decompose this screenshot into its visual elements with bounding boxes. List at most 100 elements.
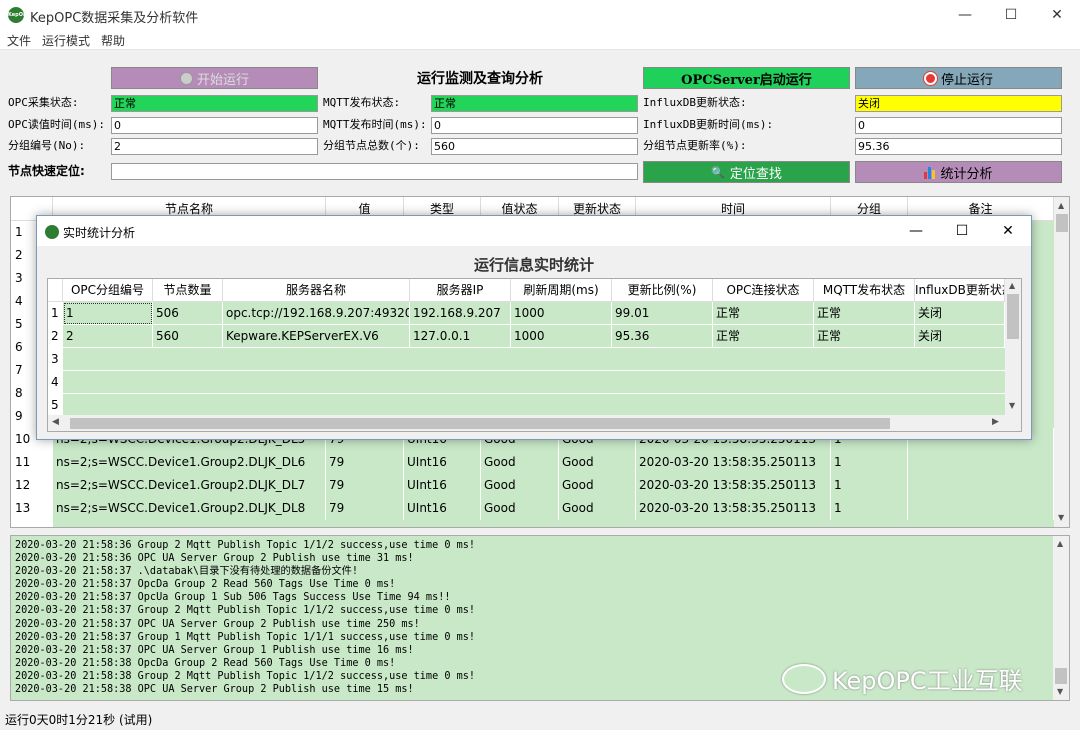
table-cell-mqtt-status[interactable]: 正常 <box>814 302 915 325</box>
mqtt-status-field[interactable]: 正常 <box>431 95 638 112</box>
col-header-refresh-period[interactable]: 刷新周期(ms) <box>511 279 612 302</box>
scroll-up-icon[interactable]: ▲ <box>1058 201 1064 210</box>
influx-status-field[interactable]: 关闭 <box>855 95 1062 112</box>
table-cell-influx-status[interactable]: 关闭 <box>915 325 1005 348</box>
group-rate-field[interactable]: 95.36 <box>855 138 1062 155</box>
close-button[interactable]: ✕ <box>1034 0 1080 30</box>
table-cell-type[interactable]: UInt16 <box>404 451 481 474</box>
table-cell-value[interactable]: 79 <box>326 497 404 520</box>
table-cell-group[interactable]: 1 <box>831 474 908 497</box>
table-cell-server-name[interactable]: Kepware.KEPServerEX.V6 <box>223 325 410 348</box>
quick-locate-input[interactable] <box>111 163 638 180</box>
opc-server-start-button[interactable]: OPCServer启动运行 <box>643 67 850 89</box>
table-cell-update-status[interactable]: Good <box>559 497 636 520</box>
menu-run-mode[interactable]: 运行模式 <box>42 32 90 49</box>
table-cell-node-count[interactable]: 506 <box>153 302 223 325</box>
table-cell-time[interactable]: 2020-03-20 13:58:35.250113 <box>636 497 831 520</box>
scroll-thumb[interactable] <box>1007 294 1019 339</box>
menu-file[interactable]: 文件 <box>7 32 31 49</box>
table-cell-influx-status[interactable]: 关闭 <box>915 302 1005 325</box>
col-header-influx-status[interactable]: InfluxDB更新状态 <box>915 279 1005 302</box>
table-cell-group[interactable]: 1 <box>831 497 908 520</box>
table-cell-server-name[interactable]: opc.tcp://192.168.9.207:49320 <box>223 302 410 325</box>
table-cell-type[interactable]: UInt16 <box>404 474 481 497</box>
table-cell-server-ip[interactable]: 192.168.9.207 <box>410 302 511 325</box>
scroll-thumb[interactable] <box>70 418 890 429</box>
table-cell-group-no[interactable]: 1 <box>63 302 153 325</box>
table-cell-update-status[interactable]: Good <box>559 474 636 497</box>
table-cell-update-status[interactable]: Good <box>559 451 636 474</box>
table-cell-server-ip[interactable]: 127.0.0.1 <box>410 325 511 348</box>
scroll-down-icon[interactable]: ▼ <box>1058 513 1064 522</box>
group-total-field[interactable]: 560 <box>431 138 638 155</box>
scroll-down-icon[interactable]: ▼ <box>1057 687 1063 696</box>
table-cell-group[interactable]: 1 <box>831 451 908 474</box>
dialog-maximize-button[interactable]: ☐ <box>939 216 985 246</box>
realtime-stats-dialog[interactable]: 实时统计分析 — ☐ ✕ 运行信息实时统计 OPC分组编号 节点数量 服务器名称… <box>36 215 1032 440</box>
table-cell-group-no[interactable]: 2 <box>63 325 153 348</box>
influx-time-field[interactable]: 0 <box>855 117 1062 134</box>
table-cell-node-name[interactable]: ns=2;s=WSCC.Device1.Group2.DLJK_DL6 <box>53 451 326 474</box>
stop-run-button[interactable]: 停止运行 <box>855 67 1062 89</box>
menu-help[interactable]: 帮助 <box>101 32 125 49</box>
minimize-button[interactable]: — <box>942 0 988 30</box>
col-header-server-name[interactable]: 服务器名称 <box>223 279 410 302</box>
stats-vertical-scrollbar[interactable]: ▲ ▼ <box>1005 279 1021 415</box>
scroll-right-icon[interactable]: ▶ <box>992 417 999 427</box>
table-cell-mqtt-status[interactable]: 正常 <box>814 325 915 348</box>
scroll-thumb[interactable] <box>1056 214 1068 232</box>
table-cell-note[interactable] <box>908 451 1054 474</box>
stats-table[interactable]: OPC分组编号 节点数量 服务器名称 服务器IP 刷新周期(ms) 更新比例(%… <box>47 278 1022 432</box>
dialog-minimize-button[interactable]: — <box>893 216 939 246</box>
scroll-up-icon[interactable]: ▲ <box>1009 281 1015 290</box>
table-cell-value[interactable]: 79 <box>326 451 404 474</box>
log-vertical-scrollbar[interactable]: ▲ ▼ <box>1053 536 1069 700</box>
opc-status-field[interactable]: 正常 <box>111 95 318 112</box>
col-header-opc-group[interactable]: OPC分组编号 <box>63 279 153 302</box>
opc-read-time-field[interactable]: 0 <box>111 117 318 134</box>
scroll-up-icon[interactable]: ▲ <box>1057 539 1063 548</box>
mqtt-time-field[interactable]: 0 <box>431 117 638 134</box>
scroll-left-icon[interactable]: ◀ <box>52 417 59 427</box>
table-cell-update-ratio[interactable]: 99.01 <box>612 302 713 325</box>
table-cell-node-name[interactable]: ns=2;s=WSCC.Device1.Group2.DLJK_DL7 <box>53 474 326 497</box>
table-vertical-scrollbar[interactable]: ▲ ▼ <box>1054 197 1069 527</box>
statistics-button[interactable]: 统计分析 <box>855 161 1062 183</box>
table-cell-time[interactable]: 2020-03-20 13:58:35.250113 <box>636 474 831 497</box>
table-cell-time[interactable]: 2020-03-20 13:58:35.250113 <box>636 451 831 474</box>
scroll-down-icon[interactable]: ▼ <box>1009 401 1015 410</box>
stats-horizontal-scrollbar[interactable]: ◀ ▶ <box>48 415 1021 431</box>
table-cell-value-status[interactable]: Good <box>481 451 559 474</box>
window-title: KepOPC数据采集及分析软件 <box>30 11 199 26</box>
log-line: 2020-03-20 21:58:37 Group 1 Mqtt Publish… <box>15 631 476 643</box>
col-header-server-ip[interactable]: 服务器IP <box>410 279 511 302</box>
col-header-mqtt-status[interactable]: MQTT发布状态 <box>814 279 915 302</box>
table-cell-value-status[interactable]: Good <box>481 497 559 520</box>
locate-search-button[interactable]: 🔍 定位查找 <box>643 161 850 183</box>
col-header-update-ratio[interactable]: 更新比例(%) <box>612 279 713 302</box>
table-cell-update-ratio[interactable]: 95.36 <box>612 325 713 348</box>
row-number: 2 <box>48 325 63 348</box>
col-header-node-count[interactable]: 节点数量 <box>153 279 223 302</box>
table-cell-node-count[interactable]: 560 <box>153 325 223 348</box>
dialog-close-button[interactable]: ✕ <box>985 216 1031 246</box>
search-icon: 🔍 <box>711 165 725 179</box>
table-cell-note[interactable] <box>908 474 1054 497</box>
table-cell-value-status[interactable]: Good <box>481 474 559 497</box>
table-cell-opc-connection[interactable]: 正常 <box>713 302 814 325</box>
log-line: 2020-03-20 21:58:37 OpcUa Group 1 Sub 50… <box>15 592 451 604</box>
start-run-button[interactable]: 开始运行 <box>111 67 318 89</box>
table-cell-refresh-period[interactable]: 1000 <box>511 302 612 325</box>
table-cell-refresh-period[interactable]: 1000 <box>511 325 612 348</box>
col-header-opc-connection[interactable]: OPC连接状态 <box>713 279 814 302</box>
table-cell-note[interactable] <box>908 497 1054 520</box>
dialog-title-bar: 实时统计分析 — ☐ ✕ <box>37 216 1031 246</box>
table-cell-opc-connection[interactable]: 正常 <box>713 325 814 348</box>
quick-locate-label: 节点快速定位: <box>8 164 85 178</box>
table-cell-node-name[interactable]: ns=2;s=WSCC.Device1.Group2.DLJK_DL8 <box>53 497 326 520</box>
maximize-button[interactable]: ☐ <box>988 0 1034 30</box>
table-cell-type[interactable]: UInt16 <box>404 497 481 520</box>
group-no-field[interactable]: 2 <box>111 138 318 155</box>
scroll-thumb[interactable] <box>1055 668 1067 684</box>
table-cell-value[interactable]: 79 <box>326 474 404 497</box>
